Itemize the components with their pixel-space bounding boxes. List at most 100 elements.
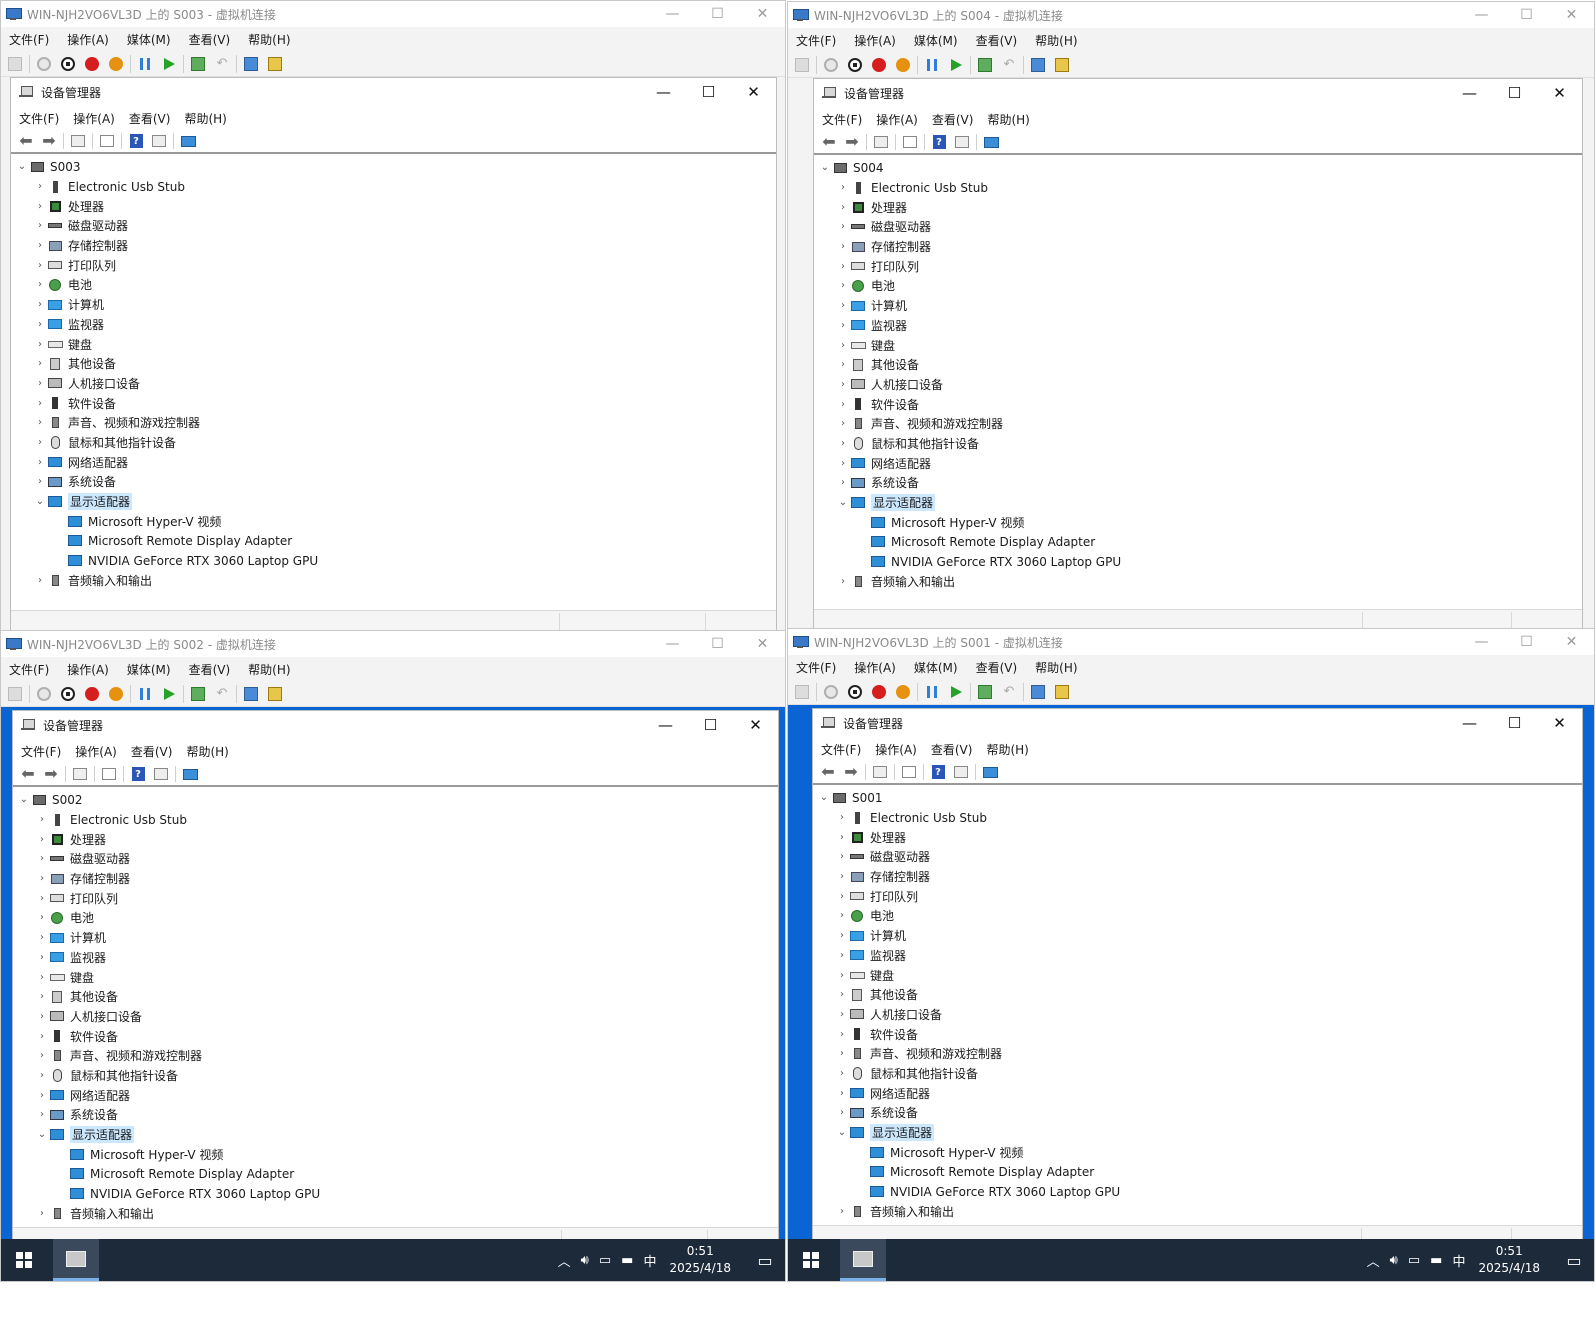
menu-view[interactable]: 查看(V) — [189, 31, 231, 48]
expand-chevron-icon[interactable]: › — [835, 1068, 849, 1079]
taskbar-device-manager-app[interactable] — [53, 1239, 99, 1281]
expand-chevron-icon[interactable]: › — [33, 181, 47, 192]
menu-help[interactable]: 帮助(H) — [248, 31, 290, 48]
expand-chevron-icon[interactable]: › — [33, 575, 47, 586]
properties-icon[interactable] — [98, 132, 116, 150]
revert-icon[interactable]: ↶ — [212, 684, 232, 704]
expand-chevron-icon[interactable]: › — [836, 399, 850, 410]
expand-chevron-icon[interactable]: › — [835, 871, 849, 882]
expand-chevron-icon[interactable]: › — [836, 280, 850, 291]
tree-category[interactable]: › 鼠标和其他指针设备 — [813, 1064, 1582, 1084]
expand-chevron-icon[interactable]: › — [836, 438, 850, 449]
expand-chevron-icon[interactable]: › — [836, 300, 850, 311]
tree-category[interactable]: › 声音、视频和游戏控制器 — [814, 414, 1582, 434]
tree-category[interactable]: ⌄ 显示适配器 — [814, 493, 1582, 513]
tree-category[interactable]: › 电池 — [814, 276, 1582, 296]
expand-chevron-icon[interactable]: › — [35, 834, 49, 845]
turn-off-icon[interactable] — [845, 55, 865, 75]
tree-category[interactable]: ⌄ 显示适配器 — [13, 1125, 778, 1145]
expand-chevron-icon[interactable]: › — [836, 261, 850, 272]
tree-root-computer[interactable]: ⌄ S004 — [814, 158, 1582, 178]
taskbar-device-manager-app[interactable] — [840, 1239, 886, 1281]
tree-category[interactable]: › 系统设备 — [11, 472, 776, 492]
expand-chevron-icon[interactable]: › — [35, 1109, 49, 1120]
pause-icon[interactable] — [135, 684, 155, 704]
enhanced-session-icon[interactable] — [1028, 682, 1048, 702]
collapse-chevron-icon[interactable]: ⌄ — [17, 794, 31, 805]
forward-arrow-icon[interactable]: ➡ — [42, 765, 60, 783]
back-arrow-icon[interactable]: ⬅ — [820, 133, 838, 151]
tree-category[interactable]: › 存储控制器 — [814, 237, 1582, 257]
revert-icon[interactable]: ↶ — [999, 55, 1019, 75]
expand-chevron-icon[interactable]: › — [35, 932, 49, 943]
dm-menu-help[interactable]: 帮助(H) — [986, 741, 1028, 758]
dm-titlebar[interactable]: 设备管理器 — ☐ ✕ — [814, 79, 1582, 107]
ctrl-alt-del-icon[interactable] — [792, 55, 812, 75]
tree-category[interactable]: › 系统设备 — [814, 473, 1582, 493]
save-state-icon[interactable] — [893, 55, 913, 75]
expand-chevron-icon[interactable]: › — [35, 972, 49, 983]
share-icon[interactable] — [265, 684, 285, 704]
forward-arrow-icon[interactable]: ➡ — [40, 132, 58, 150]
expand-chevron-icon[interactable]: › — [836, 241, 850, 252]
expand-chevron-icon[interactable]: › — [33, 398, 47, 409]
expand-chevron-icon[interactable]: › — [835, 1048, 849, 1059]
tree-category[interactable]: › 网络适配器 — [813, 1083, 1582, 1103]
start-button[interactable] — [788, 1239, 834, 1281]
pause-icon[interactable] — [135, 54, 155, 74]
expand-chevron-icon[interactable]: › — [835, 891, 849, 902]
tree-category[interactable]: › 处理器 — [813, 827, 1582, 847]
power-tray-icon[interactable]: ▬ — [621, 1253, 633, 1268]
save-state-icon[interactable] — [106, 54, 126, 74]
expand-chevron-icon[interactable]: › — [33, 378, 47, 389]
tree-device-display-adapter[interactable]: Microsoft Remote Display Adapter — [13, 1164, 778, 1184]
dm-menu-action[interactable]: 操作(A) — [75, 743, 117, 760]
tree-category[interactable]: › 音频输入和输出 — [813, 1201, 1582, 1221]
maximize-button[interactable]: ☐ — [1504, 2, 1549, 28]
expand-chevron-icon[interactable]: › — [835, 910, 849, 921]
share-icon[interactable] — [265, 54, 285, 74]
expand-chevron-icon[interactable]: › — [836, 576, 850, 587]
show-hide-action-pane-icon[interactable] — [953, 133, 971, 151]
tree-device-display-adapter[interactable]: Microsoft Hyper-V 视频 — [814, 512, 1582, 532]
checkpoint-icon[interactable] — [188, 54, 208, 74]
show-hide-action-pane-icon[interactable] — [952, 763, 970, 781]
notification-icon[interactable]: ▭ — [745, 1251, 785, 1270]
minimize-button[interactable]: — — [650, 631, 695, 657]
enhanced-session-icon[interactable] — [241, 684, 261, 704]
tree-category[interactable]: › Electronic Usb Stub — [13, 810, 778, 830]
menu-view[interactable]: 查看(V) — [189, 661, 231, 678]
tree-category[interactable]: › 键盘 — [11, 334, 776, 354]
tree-category[interactable]: › 处理器 — [13, 829, 778, 849]
close-button[interactable]: ✕ — [740, 1, 785, 27]
tree-category[interactable]: › 电池 — [13, 908, 778, 928]
tree-category[interactable]: › 打印队列 — [11, 255, 776, 275]
volume-icon[interactable]: 🔊︎ — [1390, 1253, 1398, 1268]
expand-chevron-icon[interactable]: › — [33, 476, 47, 487]
tree-category[interactable]: › 软件设备 — [813, 1024, 1582, 1044]
tree-category[interactable]: › 其他设备 — [814, 355, 1582, 375]
collapse-chevron-icon[interactable]: ⌄ — [818, 162, 832, 173]
tree-category[interactable]: › 打印队列 — [814, 256, 1582, 276]
expand-chevron-icon[interactable]: › — [836, 477, 850, 488]
dm-menu-file[interactable]: 文件(F) — [19, 110, 59, 127]
pause-icon[interactable] — [922, 55, 942, 75]
tree-category[interactable]: › 其他设备 — [11, 354, 776, 374]
help-icon[interactable]: ? — [929, 763, 947, 781]
tree-category[interactable]: › 监视器 — [11, 315, 776, 335]
checkpoint-icon[interactable] — [188, 684, 208, 704]
scan-hardware-icon[interactable] — [982, 133, 1000, 151]
tree-category[interactable]: › 人机接口设备 — [11, 374, 776, 394]
help-icon[interactable]: ? — [129, 765, 147, 783]
menu-file[interactable]: 文件(F) — [9, 661, 49, 678]
tree-category[interactable]: › 系统设备 — [813, 1103, 1582, 1123]
tree-device-display-adapter[interactable]: NVIDIA GeForce RTX 3060 Laptop GPU — [814, 552, 1582, 572]
expand-chevron-icon[interactable]: › — [35, 1208, 49, 1219]
start-icon[interactable] — [821, 55, 841, 75]
dm-minimize-button[interactable]: — — [1447, 714, 1492, 732]
share-icon[interactable] — [1052, 682, 1072, 702]
tree-device-display-adapter[interactable]: NVIDIA GeForce RTX 3060 Laptop GPU — [13, 1184, 778, 1204]
expand-chevron-icon[interactable]: › — [836, 320, 850, 331]
maximize-button[interactable]: ☐ — [695, 1, 740, 27]
turn-off-icon[interactable] — [58, 54, 78, 74]
